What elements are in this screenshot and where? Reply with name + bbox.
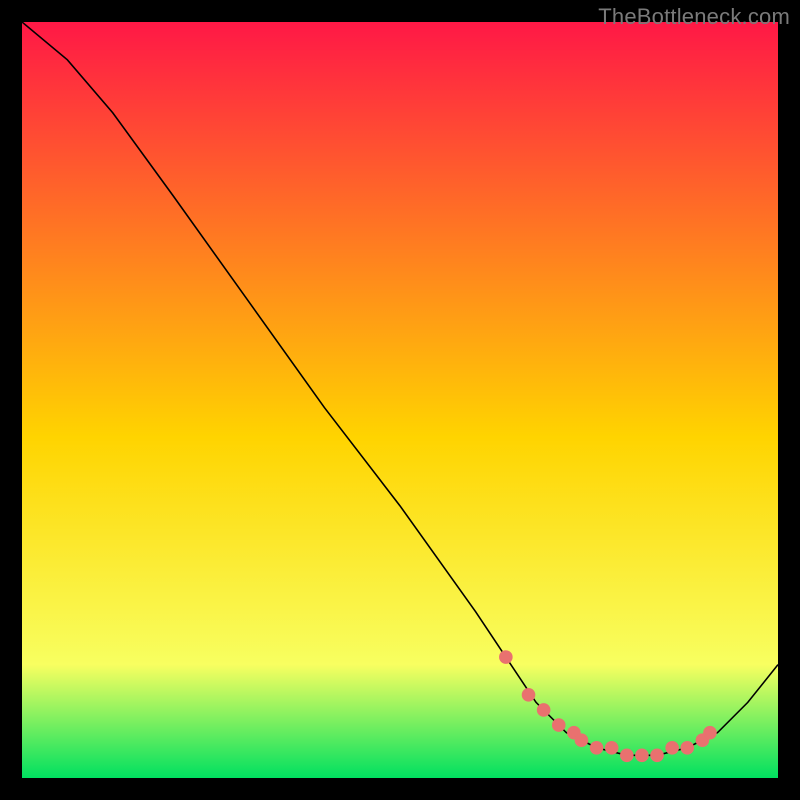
gradient-background [22, 22, 778, 778]
bottleneck-chart [22, 22, 778, 778]
marker-dot [620, 749, 634, 763]
marker-dot [499, 650, 513, 664]
marker-dot [605, 741, 619, 755]
chart-container: { "watermark": "TheBottleneck.com", "col… [0, 0, 800, 800]
marker-dot [665, 741, 679, 755]
marker-dot [703, 726, 717, 740]
marker-dot [537, 703, 551, 717]
marker-dot [650, 749, 664, 763]
marker-dot [680, 741, 694, 755]
watermark-text: TheBottleneck.com [598, 4, 790, 30]
marker-dot [522, 688, 536, 702]
marker-dot [590, 741, 604, 755]
marker-dot [552, 718, 566, 732]
marker-dot [635, 749, 649, 763]
marker-dot [575, 733, 589, 747]
